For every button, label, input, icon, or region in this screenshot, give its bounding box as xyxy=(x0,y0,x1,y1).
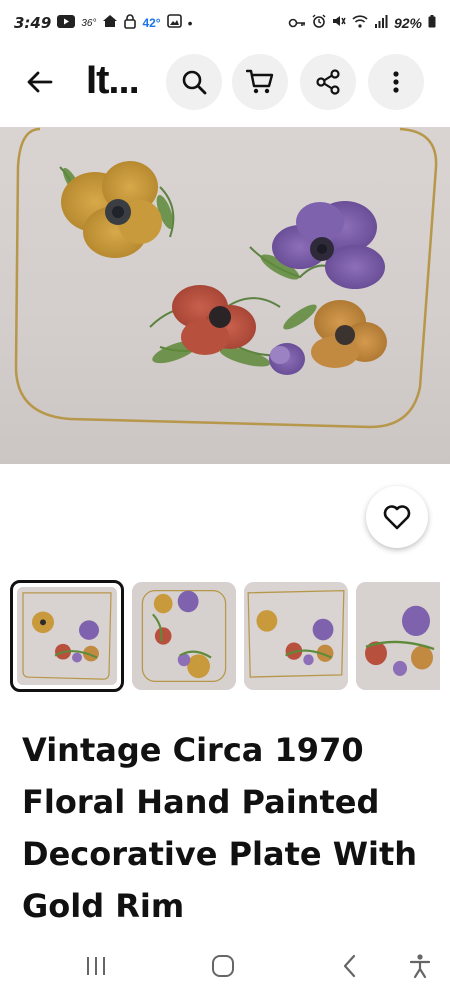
mute-icon xyxy=(332,14,346,32)
recents-icon xyxy=(87,957,105,975)
notification-dot: • xyxy=(187,15,193,31)
weather-temp: 42° xyxy=(142,16,161,30)
yellow-flower xyxy=(61,161,162,258)
orange-flower xyxy=(311,300,387,368)
youtube-icon xyxy=(57,14,76,32)
battery-icon xyxy=(428,14,436,32)
key-icon xyxy=(288,15,306,32)
more-vertical-icon xyxy=(393,71,399,93)
wifi-icon xyxy=(352,14,368,32)
youtube-temp: 36° xyxy=(81,17,97,29)
signal-icon xyxy=(374,14,388,32)
chevron-left-icon xyxy=(343,954,356,978)
cart-button[interactable] xyxy=(232,54,288,110)
battery-percent: 92% xyxy=(393,15,422,31)
accessibility-icon xyxy=(409,954,431,979)
alarm-icon xyxy=(312,14,326,32)
cart-icon xyxy=(246,69,274,94)
product-main-image[interactable] xyxy=(0,127,450,464)
system-back-button[interactable] xyxy=(330,950,370,982)
more-options-button[interactable] xyxy=(368,54,424,110)
purple-bud xyxy=(269,343,305,375)
home-cloud-icon xyxy=(102,14,118,32)
home-square-icon xyxy=(212,955,234,977)
status-left: 3:49 36° 42° • xyxy=(14,13,193,33)
image-icon xyxy=(166,14,182,32)
thumbnail-1[interactable] xyxy=(10,580,124,692)
status-time: 3:49 xyxy=(14,14,52,32)
arrow-left-icon xyxy=(27,71,53,93)
thumbnail-3[interactable] xyxy=(244,582,348,690)
item-title: Vintage Circa 1970 Floral Hand Painted D… xyxy=(22,731,418,925)
favorite-button[interactable] xyxy=(366,486,428,548)
home-button[interactable] xyxy=(203,950,243,982)
back-button[interactable] xyxy=(18,60,62,104)
accessibility-button[interactable] xyxy=(400,950,440,982)
app-bar: It... xyxy=(0,52,450,112)
red-flower xyxy=(172,285,256,355)
search-button[interactable] xyxy=(166,54,222,110)
lock-icon xyxy=(124,13,137,33)
status-bar: 3:49 36° 42° • 92% xyxy=(0,0,450,46)
page-title: It... xyxy=(86,58,140,102)
thumbnail-4[interactable] xyxy=(356,582,440,690)
share-icon xyxy=(316,69,340,95)
share-button[interactable] xyxy=(300,54,356,110)
image-thumbnails xyxy=(10,580,450,692)
status-right: 92% xyxy=(288,14,436,32)
recents-button[interactable] xyxy=(76,950,116,982)
system-nav-bar xyxy=(0,940,450,992)
heart-icon xyxy=(383,505,411,530)
thumbnail-2[interactable] xyxy=(132,582,236,690)
search-icon xyxy=(182,70,207,95)
